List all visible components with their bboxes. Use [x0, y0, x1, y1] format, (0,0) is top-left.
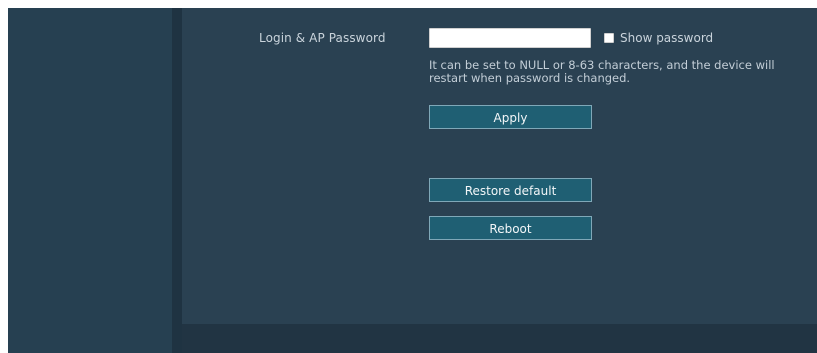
show-password-toggle[interactable]: Show password	[604, 31, 713, 45]
reboot-button[interactable]: Reboot	[429, 216, 592, 240]
sidebar	[8, 8, 172, 353]
restore-default-button[interactable]: Restore default	[429, 178, 592, 202]
password-input[interactable]	[429, 28, 591, 48]
password-hint: It can be set to NULL or 8-63 characters…	[429, 58, 775, 85]
show-password-checkbox[interactable]	[604, 33, 614, 43]
apply-button[interactable]: Apply	[429, 105, 592, 129]
sidebar-divider	[172, 8, 182, 353]
footer-band	[182, 324, 817, 353]
show-password-label: Show password	[620, 31, 714, 45]
settings-panel: Login & AP Password Show password It can…	[182, 8, 817, 324]
password-label: Login & AP Password	[259, 31, 386, 45]
app-frame: Login & AP Password Show password It can…	[8, 8, 817, 353]
